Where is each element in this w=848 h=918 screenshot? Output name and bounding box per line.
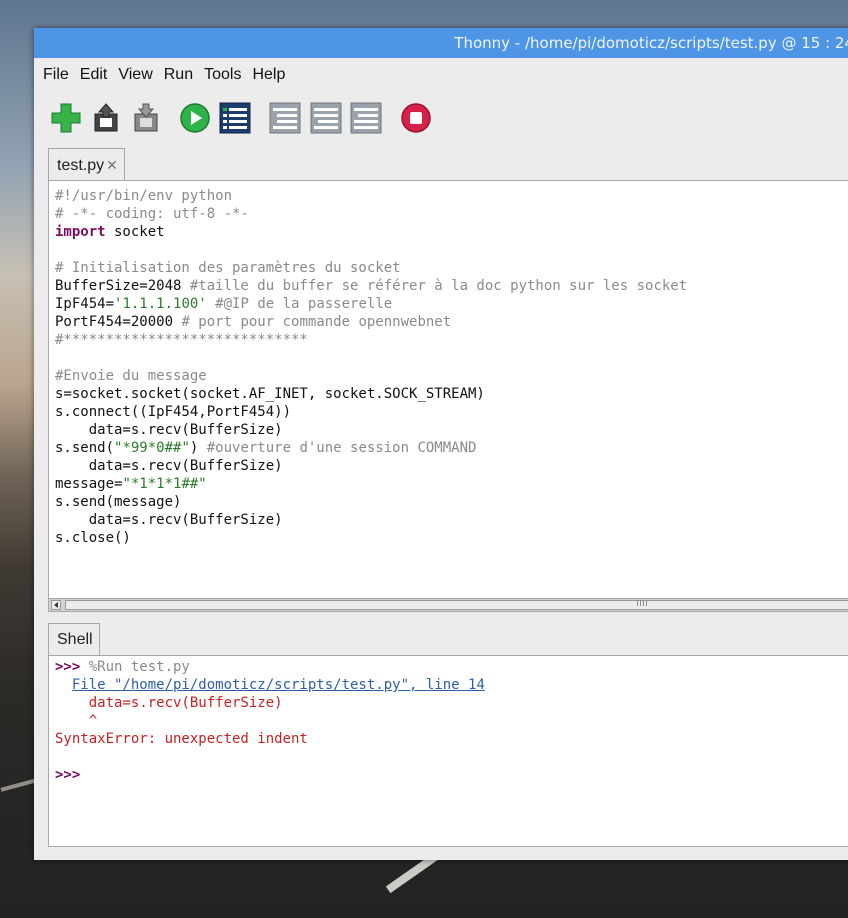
shell-line-token: %Run test.py	[88, 659, 190, 675]
toolbar	[34, 92, 848, 146]
run-icon[interactable]	[179, 102, 211, 134]
code-line-token: '1.1.1.100'	[114, 296, 207, 312]
shell-tab-label: Shell	[57, 631, 93, 648]
shell-line-token	[55, 677, 72, 693]
step-into-icon[interactable]	[310, 102, 342, 134]
shell-line-token[interactable]: File "/home/pi/domoticz/scripts/test.py"…	[72, 677, 485, 693]
menu-file[interactable]: File	[43, 66, 69, 84]
menu-view[interactable]: View	[118, 66, 152, 84]
code-editor[interactable]: #!/usr/bin/env python # -*- coding: utf-8…	[48, 180, 848, 600]
code-line-token: #*****************************	[55, 332, 308, 348]
shell-line-token: >>>	[55, 659, 89, 675]
step-over-icon[interactable]	[269, 102, 301, 134]
scroll-left-arrow-icon[interactable]	[51, 600, 61, 610]
code-line-token: #taille du buffer se référer à la doc py…	[189, 278, 688, 294]
code-line: s.connect((IpF454,PortF454))	[55, 403, 687, 421]
code-line-token: BufferSize=2048	[55, 278, 190, 294]
menu-bar: File Edit View Run Tools Help	[34, 58, 848, 92]
shell-line-token: ^	[55, 713, 98, 729]
code-line-token: socket	[105, 224, 165, 240]
code-line-token: #@IP de la passerelle	[215, 296, 393, 312]
code-line: IpF454='1.1.1.100' #@IP de la passerelle	[55, 295, 687, 313]
stop-icon[interactable]	[400, 102, 432, 134]
code-line: # -*- coding: utf-8 -*-	[55, 205, 687, 223]
code-line: BufferSize=2048 #taille du buffer se réf…	[55, 277, 687, 295]
window-title: Thonny - /home/pi/domoticz/scripts/test.…	[454, 34, 848, 52]
shell-line: data=s.recv(BufferSize)	[55, 694, 485, 712]
load-file-icon[interactable]	[90, 102, 122, 134]
code-line-token: #ouverture d'une session COMMAND	[206, 440, 477, 456]
save-file-icon[interactable]	[130, 102, 162, 134]
code-line-token	[207, 296, 215, 312]
code-line-token: message=	[55, 476, 123, 492]
shell-line-token: SyntaxError: unexpected indent	[55, 731, 308, 747]
code-line-token: # -*- coding: utf-8 -*-	[55, 206, 249, 222]
code-line-token: "*1*1*1##"	[122, 476, 207, 492]
code-line-token: data=s.recv(BufferSize)	[55, 422, 283, 438]
code-line-token: # port pour commande opennwebnet	[181, 314, 452, 330]
shell-line: >>> %Run test.py	[55, 658, 485, 676]
code-line-token: s.connect((IpF454,PortF454))	[55, 404, 292, 420]
step-out-icon[interactable]	[350, 102, 382, 134]
tab-test-py[interactable]: test.py ✕	[48, 148, 125, 181]
shell-line: ​	[55, 748, 485, 766]
code-line-token: )	[189, 440, 207, 456]
new-file-icon[interactable]	[50, 102, 82, 134]
menu-run[interactable]: Run	[164, 66, 193, 84]
tab-label: test.py	[57, 157, 105, 174]
code-line-token: data=s.recv(BufferSize)	[55, 458, 283, 474]
code-line: # Initialisation des paramètres du socke…	[55, 259, 687, 277]
code-line-token: s.send(	[55, 440, 115, 456]
menu-tools[interactable]: Tools	[204, 66, 241, 84]
code-line-token: s.close()	[55, 530, 131, 546]
code-line: ​	[55, 241, 687, 259]
debug-icon[interactable]	[219, 102, 251, 134]
code-line-token: #Envoie du message	[55, 368, 207, 384]
window-title-bar[interactable]: Thonny - /home/pi/domoticz/scripts/test.…	[34, 28, 848, 58]
code-line: import socket	[55, 223, 687, 241]
code-line: s.send("*99*0##") #ouverture d'une sessi…	[55, 439, 687, 457]
code-line-token: import	[55, 224, 106, 240]
code-text[interactable]: #!/usr/bin/env python # -*- coding: utf-8…	[55, 187, 687, 547]
scrollbar-grip-icon	[637, 600, 647, 606]
code-line-token: # Initialisation des paramètres du socke…	[55, 260, 401, 276]
shell-line: ^	[55, 712, 485, 730]
code-line-token: IpF454=	[55, 296, 115, 312]
code-line: ​	[55, 349, 687, 367]
code-line: data=s.recv(BufferSize)	[55, 421, 687, 439]
shell-line-token: data=s.recv(BufferSize)	[55, 695, 283, 711]
code-line: #Envoie du message	[55, 367, 687, 385]
code-line-token: s.send(message)	[55, 494, 182, 510]
shell-line-token: >>>	[55, 767, 89, 783]
menu-edit[interactable]: Edit	[80, 66, 108, 84]
code-line-token: #!/usr/bin/env python	[55, 188, 233, 204]
tab-shell[interactable]: Shell	[48, 623, 100, 656]
thonny-window: Thonny - /home/pi/domoticz/scripts/test.…	[34, 28, 848, 860]
shell-output[interactable]: >>> %Run test.py File "/home/pi/domoticz…	[55, 658, 485, 784]
shell-line: File "/home/pi/domoticz/scripts/test.py"…	[55, 676, 485, 694]
code-line: s.close()	[55, 529, 687, 547]
shell-console[interactable]: >>> %Run test.py File "/home/pi/domoticz…	[48, 655, 848, 847]
close-icon[interactable]: ✕	[106, 157, 118, 173]
code-line: PortF454=20000 # port pour commande open…	[55, 313, 687, 331]
code-line: s=socket.socket(socket.AF_INET, socket.S…	[55, 385, 687, 403]
horizontal-scrollbar[interactable]	[48, 598, 848, 612]
code-line: data=s.recv(BufferSize)	[55, 457, 687, 475]
code-line: #!/usr/bin/env python	[55, 187, 687, 205]
code-line-token: "*99*0##"	[114, 440, 190, 456]
code-line: #*****************************	[55, 331, 687, 349]
code-line-token: PortF454=20000	[55, 314, 182, 330]
code-line-token: s=socket.socket(socket.AF_INET, socket.S…	[55, 386, 485, 402]
scrollbar-thumb[interactable]	[65, 600, 848, 610]
code-line-token: data=s.recv(BufferSize)	[55, 512, 283, 528]
shell-line: >>>	[55, 766, 485, 784]
code-line: s.send(message)	[55, 493, 687, 511]
menu-help[interactable]: Help	[252, 66, 285, 84]
shell-line: SyntaxError: unexpected indent	[55, 730, 485, 748]
code-line: data=s.recv(BufferSize)	[55, 511, 687, 529]
code-line: message="*1*1*1##"	[55, 475, 687, 493]
